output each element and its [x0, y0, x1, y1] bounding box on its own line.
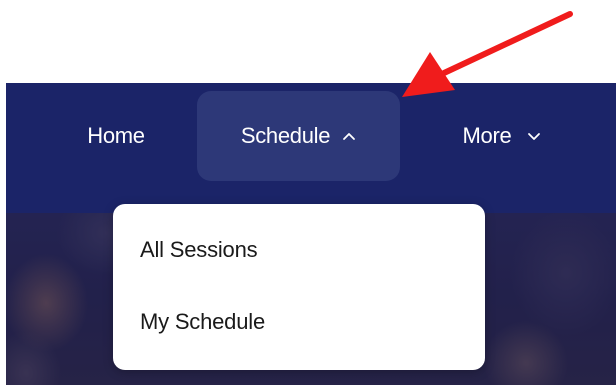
page: Home Schedule More All Sessions My Sched… [0, 0, 616, 385]
chevron-up-icon [342, 129, 356, 143]
nav-item-home[interactable]: Home [66, 91, 166, 181]
nav-item-more-label: More [462, 123, 512, 148]
nav-item-home-label: Home [87, 123, 145, 148]
nav-item-schedule-label: Schedule [240, 123, 331, 148]
schedule-dropdown-menu: All Sessions My Schedule [113, 204, 485, 370]
nav-item-more[interactable]: More [432, 91, 572, 181]
nav-item-schedule[interactable]: Schedule [197, 91, 400, 181]
dropdown-item-my-schedule[interactable]: My Schedule [113, 273, 485, 345]
chevron-down-icon [527, 129, 541, 143]
